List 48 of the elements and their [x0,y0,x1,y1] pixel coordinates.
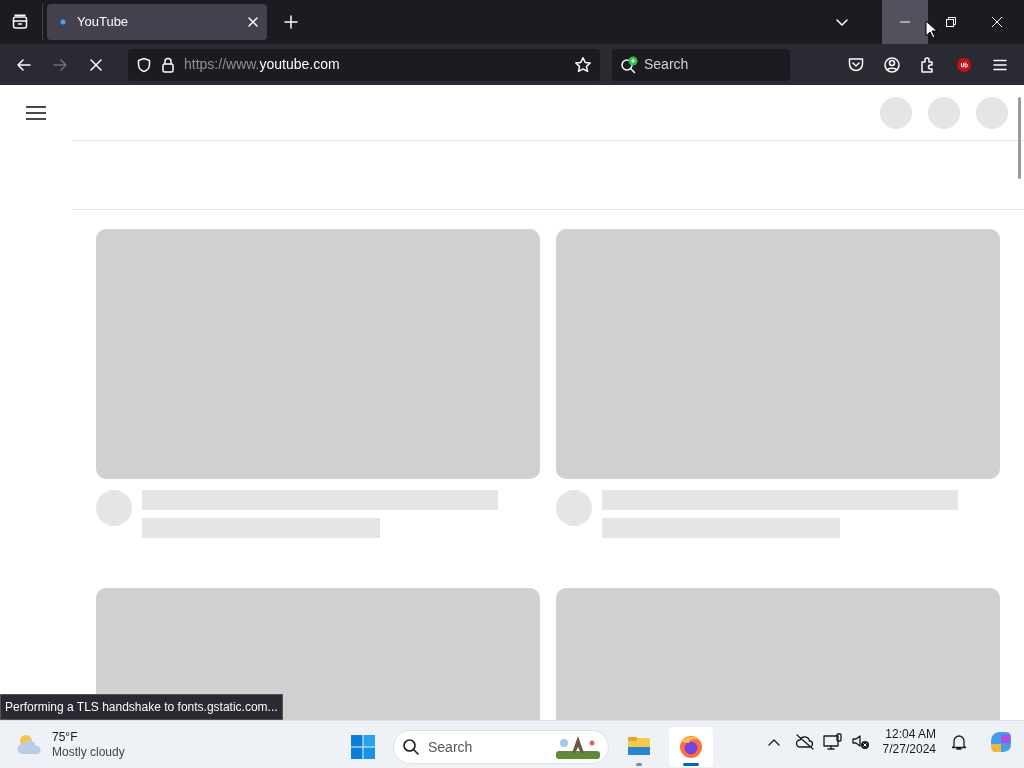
taskbar-search-field[interactable]: Search [393,730,609,764]
back-icon [16,56,32,73]
windows-logo-icon [351,735,375,759]
shield-extension-icon [955,55,973,74]
tab-title: YouTube [77,13,130,32]
avatar-placeholder [96,490,132,526]
cursor-icon [925,20,937,39]
avatar-placeholder [976,96,1008,129]
display-icon[interactable] [822,733,843,751]
search-icon [402,738,420,756]
search-field[interactable]: Search [612,48,790,81]
date-text: 7/27/2024 [882,742,936,757]
star-icon[interactable] [574,55,592,74]
avatar-placeholder [928,96,960,129]
weather-condition: Mostly cloudy [52,744,125,760]
url-text: https://www.youtube.com [184,55,341,74]
close-icon [991,16,1003,28]
search-placeholder: Search [428,737,474,757]
new-tab-icon [283,14,299,30]
address-bar[interactable]: https://www.youtube.com [128,48,600,81]
time-text: 12:04 AM [884,727,936,742]
tower-icon [556,735,600,759]
firefox-app-button[interactable] [669,727,713,767]
avatar-placeholder [880,96,912,129]
speaker-muted-icon[interactable] [850,733,871,751]
browser-tab[interactable]: YouTube [47,4,267,40]
stop-icon [88,56,104,73]
avatar-placeholder [556,490,592,526]
weather-widget[interactable]: 75°F Mostly cloudy [16,729,125,760]
scrollbar-thumb[interactable] [1018,97,1021,179]
browser-logo-icon [678,734,704,760]
lock-icon[interactable] [160,56,176,73]
status-text: Performing a TLS handshake to fonts.gstatic.com... [0,694,283,720]
temperature-text: 75°F [52,729,79,745]
forward-icon [52,56,68,73]
copilot-icon[interactable] [988,729,1014,755]
menu-icon[interactable] [26,105,46,121]
pocket-icon [847,55,865,74]
search-placeholder: Search [644,55,689,74]
search-icon [620,55,640,74]
account-icon [883,55,901,74]
bell-icon[interactable] [950,733,968,751]
tab-list-icon [12,14,28,30]
clock[interactable]: 12:04 AM 7/27/2024 [882,727,936,757]
shield-icon[interactable] [136,56,152,73]
close-tab-button[interactable] [247,16,259,28]
cloud-off-icon[interactable] [794,733,815,751]
restore-icon [945,16,957,28]
